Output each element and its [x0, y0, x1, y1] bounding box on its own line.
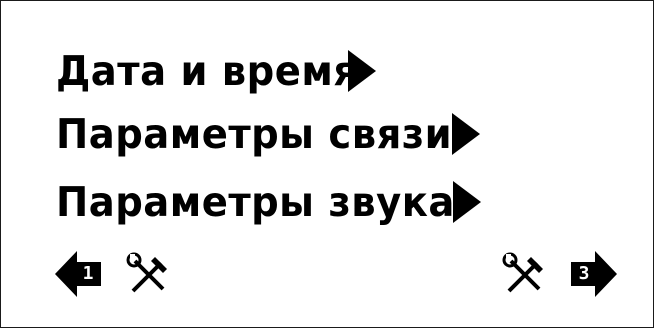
next-page-button[interactable]: 3	[559, 251, 617, 297]
prev-page-number: 1	[77, 262, 99, 286]
next-page-number: 3	[573, 262, 595, 286]
settings-menu-screen: Дата и время Параметры связи Параметры з…	[0, 0, 654, 328]
triangle-right-icon	[452, 113, 481, 155]
wrench-hammer-icon	[126, 252, 167, 293]
menu-item-label: Параметры звука	[56, 178, 455, 226]
menu-item-label: Дата и время	[56, 47, 359, 95]
menu-item-date-time[interactable]: Дата и время	[56, 45, 376, 97]
triangle-right-icon	[453, 181, 482, 223]
footer-right: 3	[501, 251, 617, 297]
menu-item-connection-settings[interactable]: Параметры связи	[56, 108, 481, 160]
footer-left: 1	[55, 251, 171, 297]
prev-page-button[interactable]: 1	[55, 251, 113, 297]
wrench-hammer-icon	[502, 252, 543, 293]
menu-item-label: Параметры связи	[56, 110, 453, 158]
menu-item-sound-settings[interactable]: Параметры звука	[56, 176, 482, 228]
